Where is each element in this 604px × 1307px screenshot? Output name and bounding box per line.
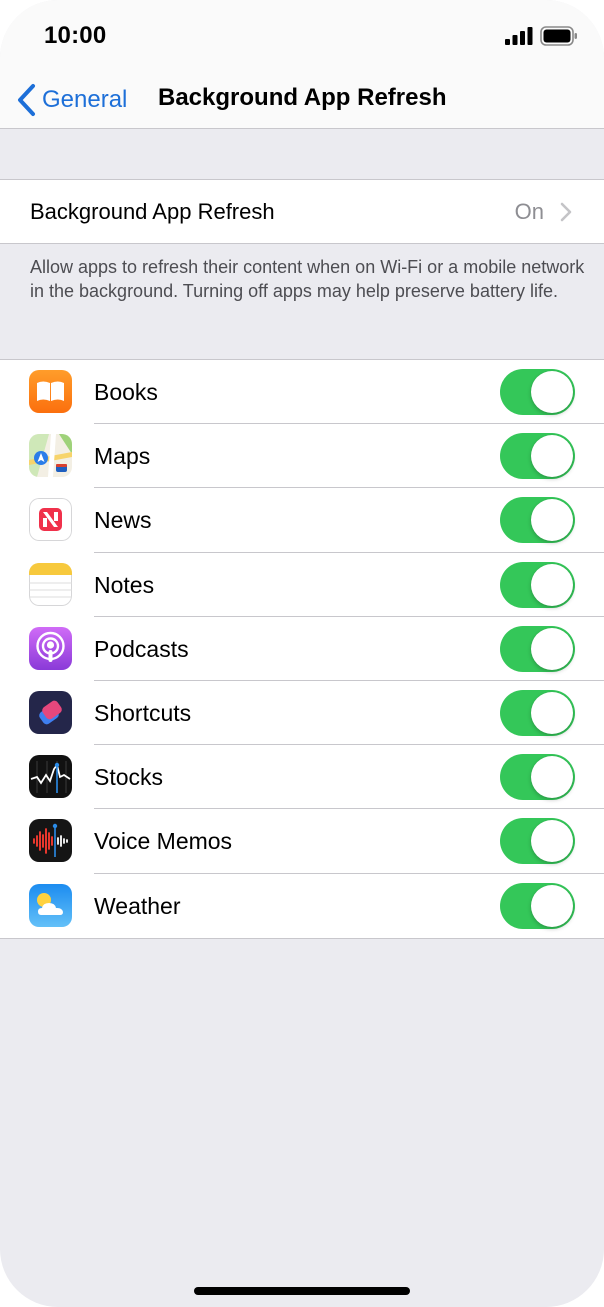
app-row-voice-memos: Voice Memos [0, 809, 604, 874]
app-name: Maps [94, 443, 151, 470]
app-name: Weather [94, 892, 181, 919]
battery-icon [540, 26, 577, 46]
notes-icon [29, 562, 72, 606]
stocks-icon [29, 755, 72, 799]
podcasts-icon [29, 626, 72, 670]
app-name: Voice Memos [94, 828, 233, 855]
app-name: Podcasts [94, 635, 189, 662]
settings-screen: 10:00 General Background App Refresh Bac… [0, 0, 604, 1307]
app-list: Books Maps News Notes Podcasts Shortcuts… [0, 359, 604, 939]
app-name: Stocks [94, 764, 164, 791]
podcasts-toggle[interactable] [500, 625, 575, 672]
chevron-right-icon [560, 202, 572, 222]
app-row-shortcuts: Shortcuts [0, 681, 604, 746]
app-row-books: Books [0, 360, 604, 425]
app-name: News [94, 507, 152, 534]
cellular-signal-icon [505, 27, 533, 45]
books-icon [29, 370, 72, 413]
setting-value: On [514, 199, 544, 224]
stocks-toggle[interactable] [500, 754, 575, 801]
weather-icon [29, 883, 72, 927]
voice-memos-icon [29, 819, 72, 863]
maps-toggle[interactable] [500, 433, 575, 480]
app-row-podcasts: Podcasts [0, 617, 604, 681]
group-footer-text: Allow apps to refresh their content when… [30, 257, 585, 301]
page-title: Background App Refresh [158, 84, 447, 111]
chevron-left-icon [18, 84, 35, 116]
app-name: Shortcuts [94, 699, 192, 726]
shortcuts-toggle[interactable] [500, 689, 575, 736]
app-row-stocks: Stocks [0, 745, 604, 810]
app-row-maps: Maps [0, 424, 604, 489]
books-toggle[interactable] [500, 369, 575, 415]
voice-memos-toggle[interactable] [500, 818, 575, 865]
back-label: General [42, 86, 128, 113]
app-name: Books [94, 379, 158, 405]
status-bar: 10:00 [0, 0, 604, 74]
app-row-weather: Weather [0, 874, 604, 938]
setting-label: Background App Refresh [30, 199, 275, 224]
news-toggle[interactable] [500, 497, 575, 544]
navigation-bar: General Background App Refresh [0, 74, 604, 129]
app-row-news: News [0, 488, 604, 553]
background-app-refresh-row[interactable]: Background App Refresh On [0, 179, 604, 244]
home-indicator[interactable] [194, 1287, 410, 1295]
news-icon [29, 498, 72, 542]
app-row-notes: Notes [0, 553, 604, 617]
status-time: 10:00 [44, 22, 107, 49]
app-name: Notes [94, 571, 155, 598]
notes-toggle[interactable] [500, 561, 575, 608]
maps-icon [29, 434, 72, 478]
weather-toggle[interactable] [500, 882, 575, 929]
back-button[interactable]: General [16, 80, 127, 120]
shortcuts-icon [29, 690, 72, 734]
